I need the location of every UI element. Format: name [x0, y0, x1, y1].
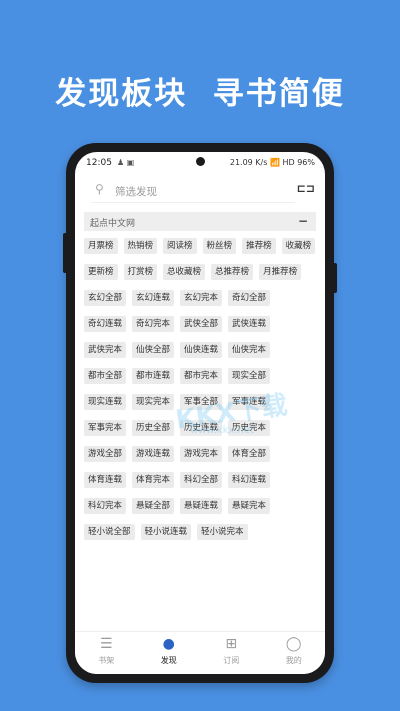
status-time: 12:05 [86, 158, 112, 168]
tag-chip[interactable]: 玄幻全部 [84, 290, 127, 306]
tag-chip[interactable]: 体育完本 [132, 472, 175, 488]
tag-chip[interactable]: 现实全部 [228, 368, 271, 384]
subscribe-icon: ⊞ [225, 636, 238, 652]
tag-chip[interactable]: 武侠完本 [84, 342, 127, 358]
tag-chip[interactable]: 游戏全部 [84, 446, 127, 462]
status-bar: 12:05 ♟ ▣ 21.09 K/s 📶 HD 96% [75, 152, 325, 174]
tag-chip[interactable]: 轻小说连载 [140, 524, 192, 540]
power-button [333, 263, 337, 293]
tag-chip[interactable]: 都市全部 [84, 368, 127, 384]
tag-chip[interactable]: 玄幻完本 [180, 290, 223, 306]
tag-chip[interactable]: 仙侠连载 [180, 342, 223, 358]
tab-label: 我的 [285, 656, 302, 665]
phone-frame: 12:05 ♟ ▣ 21.09 K/s 📶 HD 96% ⚲ 筛选发现 ⊏⊐ 起… [63, 143, 337, 683]
tag-chip[interactable]: 玄幻连载 [132, 290, 175, 306]
tab-label: 订阅 [223, 656, 240, 665]
tag-chip[interactable]: 都市连载 [132, 368, 175, 384]
tab-0[interactable]: ☰ 书架 [75, 632, 138, 674]
tag-chip[interactable]: 武侠连载 [228, 316, 271, 332]
tag-chip[interactable]: 武侠全部 [180, 316, 223, 332]
compass-icon: ● [162, 636, 175, 652]
tag-chip[interactable]: 科幻连载 [228, 472, 271, 488]
tag-chip[interactable]: 科幻全部 [180, 472, 223, 488]
tag-chip[interactable]: 月票榜 [84, 238, 118, 254]
tag-chip[interactable]: 游戏完本 [180, 446, 223, 462]
tag-chip[interactable]: 奇幻连载 [84, 316, 127, 332]
tag-chip[interactable]: 现实完本 [132, 394, 175, 410]
hd-badge: HD [282, 158, 295, 167]
camera-hole [196, 157, 205, 166]
section-title: 起点中文网 [90, 219, 136, 229]
signal-icon: 📶 [269, 158, 280, 167]
user-icon: ◯ [285, 636, 302, 652]
tag-chip[interactable]: 现实连载 [84, 394, 127, 410]
watermark-url: www.kkx.net [190, 425, 254, 436]
tag-chip[interactable]: 阅读榜 [163, 238, 197, 254]
search-icon: ⚲ [95, 182, 104, 196]
collapse-icon[interactable]: − [298, 214, 308, 228]
tag-chip[interactable]: 总收藏榜 [163, 264, 206, 280]
status-right: 21.09 K/s 📶 HD 96% [230, 158, 315, 167]
tag-chip[interactable]: 科幻完本 [84, 498, 127, 514]
tab-3[interactable]: ◯ 我的 [263, 632, 326, 674]
tag-chip[interactable]: 粉丝榜 [202, 238, 237, 254]
tag-chip[interactable]: 体育全部 [228, 446, 271, 462]
tab-1[interactable]: ● 发现 [138, 632, 201, 674]
tag-chip[interactable]: 推荐榜 [242, 238, 276, 254]
tag-chip[interactable]: 悬疑连载 [180, 498, 223, 514]
bookshelf-icon: ☰ [99, 636, 113, 652]
promo-headline: 发现板块 寻书简便 [55, 76, 345, 112]
search-input[interactable]: 筛选发现 [115, 184, 157, 199]
bottom-tab-bar: ☰ 书架 ● 发现 ⊞ 订阅 ◯ 我的 [75, 631, 325, 674]
scan-icon[interactable]: ⊏⊐ [297, 182, 315, 195]
tag-chip[interactable]: 热销榜 [123, 238, 158, 254]
tag-chip[interactable]: 体育连载 [84, 472, 127, 488]
tag-chip[interactable]: 打赏榜 [123, 264, 158, 280]
app-screen: 12:05 ♟ ▣ 21.09 K/s 📶 HD 96% ⚲ 筛选发现 ⊏⊐ 起… [75, 152, 325, 674]
tag-chip[interactable]: 仙侠全部 [132, 342, 175, 358]
tag-chip[interactable]: 游戏连载 [132, 446, 175, 462]
tag-chip[interactable]: 历史全部 [132, 420, 175, 436]
tag-chip[interactable]: 奇幻完本 [132, 316, 175, 332]
source-section-header[interactable]: 起点中文网 − [84, 212, 316, 231]
volume-button [63, 233, 67, 273]
network-speed: 21.09 K/s [229, 158, 268, 167]
notification-icons: ♟ ▣ [117, 158, 135, 167]
tab-2[interactable]: ⊞ 订阅 [200, 632, 263, 674]
tag-chip[interactable]: 轻小说完本 [197, 524, 248, 540]
tab-label: 书架 [98, 656, 115, 665]
tag-chip[interactable]: 月推荐榜 [259, 264, 302, 280]
tab-label: 发现 [160, 656, 177, 665]
tag-chip[interactable]: 更新榜 [84, 264, 118, 280]
tag-chip[interactable]: 都市完本 [180, 368, 223, 384]
battery-level: 96% [297, 158, 315, 167]
tag-chip[interactable]: 总推荐榜 [211, 264, 254, 280]
tag-chip[interactable]: 轻小说全部 [84, 524, 135, 540]
tag-chip[interactable]: 悬疑完本 [228, 498, 271, 514]
search-bar[interactable]: ⚲ 筛选发现 [91, 180, 295, 203]
tag-chip[interactable]: 奇幻全部 [228, 290, 271, 306]
tag-chip[interactable]: 收藏榜 [281, 238, 316, 254]
tag-chip[interactable]: 军事完本 [84, 420, 127, 436]
tag-chip[interactable]: 悬疑全部 [132, 498, 175, 514]
tag-chip[interactable]: 仙侠完本 [228, 342, 271, 358]
